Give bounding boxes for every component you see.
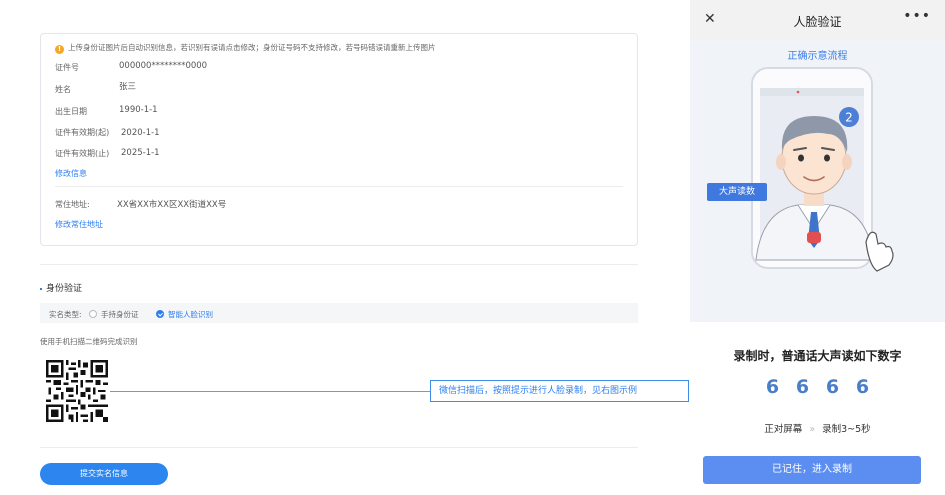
edit-address-link[interactable]: 修改常住地址 xyxy=(55,219,103,230)
read-aloud-badge: 大声读数 xyxy=(707,183,767,201)
field-address: 常住地址: XX省XX市XX区XX街道XX号 xyxy=(55,199,226,210)
recording-steps: 正对屏幕 » 录制3~5秒 xyxy=(690,421,945,435)
field-label: 证件有效期(止) xyxy=(55,149,110,158)
more-icon[interactable]: ••• xyxy=(903,8,931,24)
verification-type-row: 实名类型: 手持身份证 智能人脸识别 xyxy=(40,303,638,323)
field-label: 常住地址: xyxy=(55,200,90,209)
option-handheld-id[interactable]: 手持身份证 xyxy=(89,309,139,320)
chevron-right-icon: » xyxy=(809,424,816,435)
face-verify-phone: ✕ 人脸验证 ••• 正确示意流程 2 大声读数 录制时，普通话大声读如下数字 … xyxy=(690,0,945,495)
radio-icon[interactable] xyxy=(89,310,97,318)
start-recording-button[interactable]: 已记住，进入录制 xyxy=(703,456,921,484)
field-valid-from: 证件有效期(起) 2020-1-1 xyxy=(55,127,160,138)
submit-button[interactable]: 提交实名信息 xyxy=(40,463,168,485)
field-value: 000000********0000 xyxy=(119,61,208,71)
field-value[interactable]: 张三 xyxy=(119,80,136,92)
record-instruction: 录制时，普通话大声读如下数字 xyxy=(733,349,902,363)
field-value[interactable]: 2020-1-1 xyxy=(121,128,160,138)
callout-line xyxy=(110,391,430,392)
step-number: 2 xyxy=(845,111,853,125)
field-label: 证件有效期(起) xyxy=(55,128,110,137)
digit: 6 xyxy=(765,376,780,398)
section-title: 身份验证 xyxy=(40,281,82,294)
divider xyxy=(40,264,638,265)
field-label: 姓名 xyxy=(55,85,71,94)
qr-code-icon xyxy=(46,360,108,422)
field-label: 证件号 xyxy=(55,63,79,72)
field-value[interactable]: 2025-1-1 xyxy=(121,148,160,158)
callout-box: 微信扫描后，按照提示进行人脸录制，见右图示例 xyxy=(430,380,689,402)
digit: 6 xyxy=(795,376,810,398)
scan-hint: 使用手机扫描二维码完成识别 xyxy=(40,337,138,346)
step-record-duration: 录制3~5秒 xyxy=(822,424,871,435)
field-valid-to: 证件有效期(止) 2025-1-1 xyxy=(55,148,160,159)
field-label: 出生日期 xyxy=(55,107,87,116)
page: ! 上传身份证图片后自动识别信息，若识别有误请点击修改；身份证号码不支持修改，若号… xyxy=(0,0,945,495)
field-id-number: 证件号 000000********0000 xyxy=(55,61,207,73)
upload-notice: ! 上传身份证图片后自动识别信息，若识别有误请点击修改；身份证号码不支持修改，若号… xyxy=(55,42,436,54)
field-value[interactable]: 1990-1-1 xyxy=(119,105,158,115)
digit-sequence: 6666 xyxy=(690,376,945,398)
section-marker-icon xyxy=(40,287,42,290)
divider xyxy=(40,447,638,448)
warning-icon: ! xyxy=(55,45,64,54)
digit: 6 xyxy=(855,376,870,398)
radio-checked-icon[interactable] xyxy=(156,310,164,318)
type-label: 实名类型: xyxy=(49,310,82,319)
step-face-screen: 正对屏幕 xyxy=(764,424,803,435)
field-birth-date: 出生日期 1990-1-1 xyxy=(55,105,158,117)
edit-info-link[interactable]: 修改信息 xyxy=(55,168,87,179)
option-face-recognition[interactable]: 智能人脸识别 xyxy=(156,309,213,320)
digit: 6 xyxy=(825,376,840,398)
field-value[interactable]: XX省XX市XX区XX街道XX号 xyxy=(117,198,226,210)
divider xyxy=(55,186,623,187)
phone-title-bar: ✕ 人脸验证 ••• xyxy=(690,0,945,40)
field-name: 姓名 张三 xyxy=(55,82,136,95)
id-info-card: ! 上传身份证图片后自动识别信息，若识别有误请点击修改；身份证号码不支持修改，若号… xyxy=(40,33,638,246)
